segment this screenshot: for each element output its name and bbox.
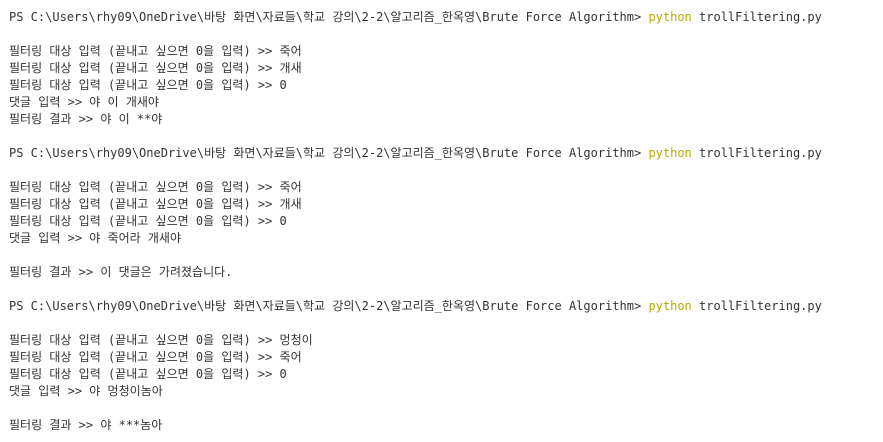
prompt-path: PS C:\Users\rhy09\OneDrive\바탕 화면\자료들\학교 … bbox=[9, 10, 649, 24]
command-name: python bbox=[648, 299, 692, 313]
command-args: trollFiltering.py bbox=[691, 299, 822, 313]
command-name: python bbox=[648, 146, 692, 160]
output-line: 필터링 대상 입력 (끝내고 싶으면 0을 입력) >> 0 bbox=[9, 78, 287, 92]
prompt-path: PS C:\Users\rhy09\OneDrive\바탕 화면\자료들\학교 … bbox=[9, 146, 649, 160]
prompt-line: PS C:\Users\rhy09\OneDrive\바탕 화면\자료들\학교 … bbox=[9, 298, 874, 315]
output-line: 필터링 대상 입력 (끝내고 싶으면 0을 입력) >> 죽어 bbox=[9, 44, 302, 58]
command-args: trollFiltering.py bbox=[691, 10, 822, 24]
output-line: 필터링 대상 입력 (끝내고 싶으면 0을 입력) >> 죽어 bbox=[9, 350, 302, 364]
output-line: 필터링 대상 입력 (끝내고 싶으면 0을 입력) >> 죽어 bbox=[9, 180, 302, 194]
output-line: 필터링 대상 입력 (끝내고 싶으면 0을 입력) >> 멍청이 bbox=[9, 333, 313, 347]
output-line: 필터링 대상 입력 (끝내고 싶으면 0을 입력) >> 0 bbox=[9, 214, 287, 228]
result-line: 필터링 결과 >> 야 ***놈아 bbox=[9, 418, 163, 432]
terminal-output[interactable]: PS C:\Users\rhy09\OneDrive\바탕 화면\자료들\학교 … bbox=[0, 0, 883, 442]
output-line: 필터링 대상 입력 (끝내고 싶으면 0을 입력) >> 0 bbox=[9, 367, 287, 381]
output-line: 댓글 입력 >> 야 죽어라 개새야 bbox=[9, 231, 182, 245]
prompt-path: PS C:\Users\rhy09\OneDrive\바탕 화면\자료들\학교 … bbox=[9, 299, 649, 313]
command-name: python bbox=[648, 10, 692, 24]
output-line: 필터링 대상 입력 (끝내고 싶으면 0을 입력) >> 개새 bbox=[9, 61, 302, 75]
output-line: 댓글 입력 >> 야 이 개새야 bbox=[9, 95, 159, 109]
prompt-line: PS C:\Users\rhy09\OneDrive\바탕 화면\자료들\학교 … bbox=[9, 145, 874, 162]
output-line: 필터링 대상 입력 (끝내고 싶으면 0을 입력) >> 개새 bbox=[9, 197, 302, 211]
prompt-line: PS C:\Users\rhy09\OneDrive\바탕 화면\자료들\학교 … bbox=[9, 9, 874, 26]
result-line: 필터링 결과 >> 이 댓글은 가려졌습니다. bbox=[9, 265, 233, 279]
result-line: 필터링 결과 >> 야 이 **야 bbox=[9, 112, 163, 126]
command-args: trollFiltering.py bbox=[691, 146, 822, 160]
output-line: 댓글 입력 >> 야 멍청이놈아 bbox=[9, 384, 163, 398]
